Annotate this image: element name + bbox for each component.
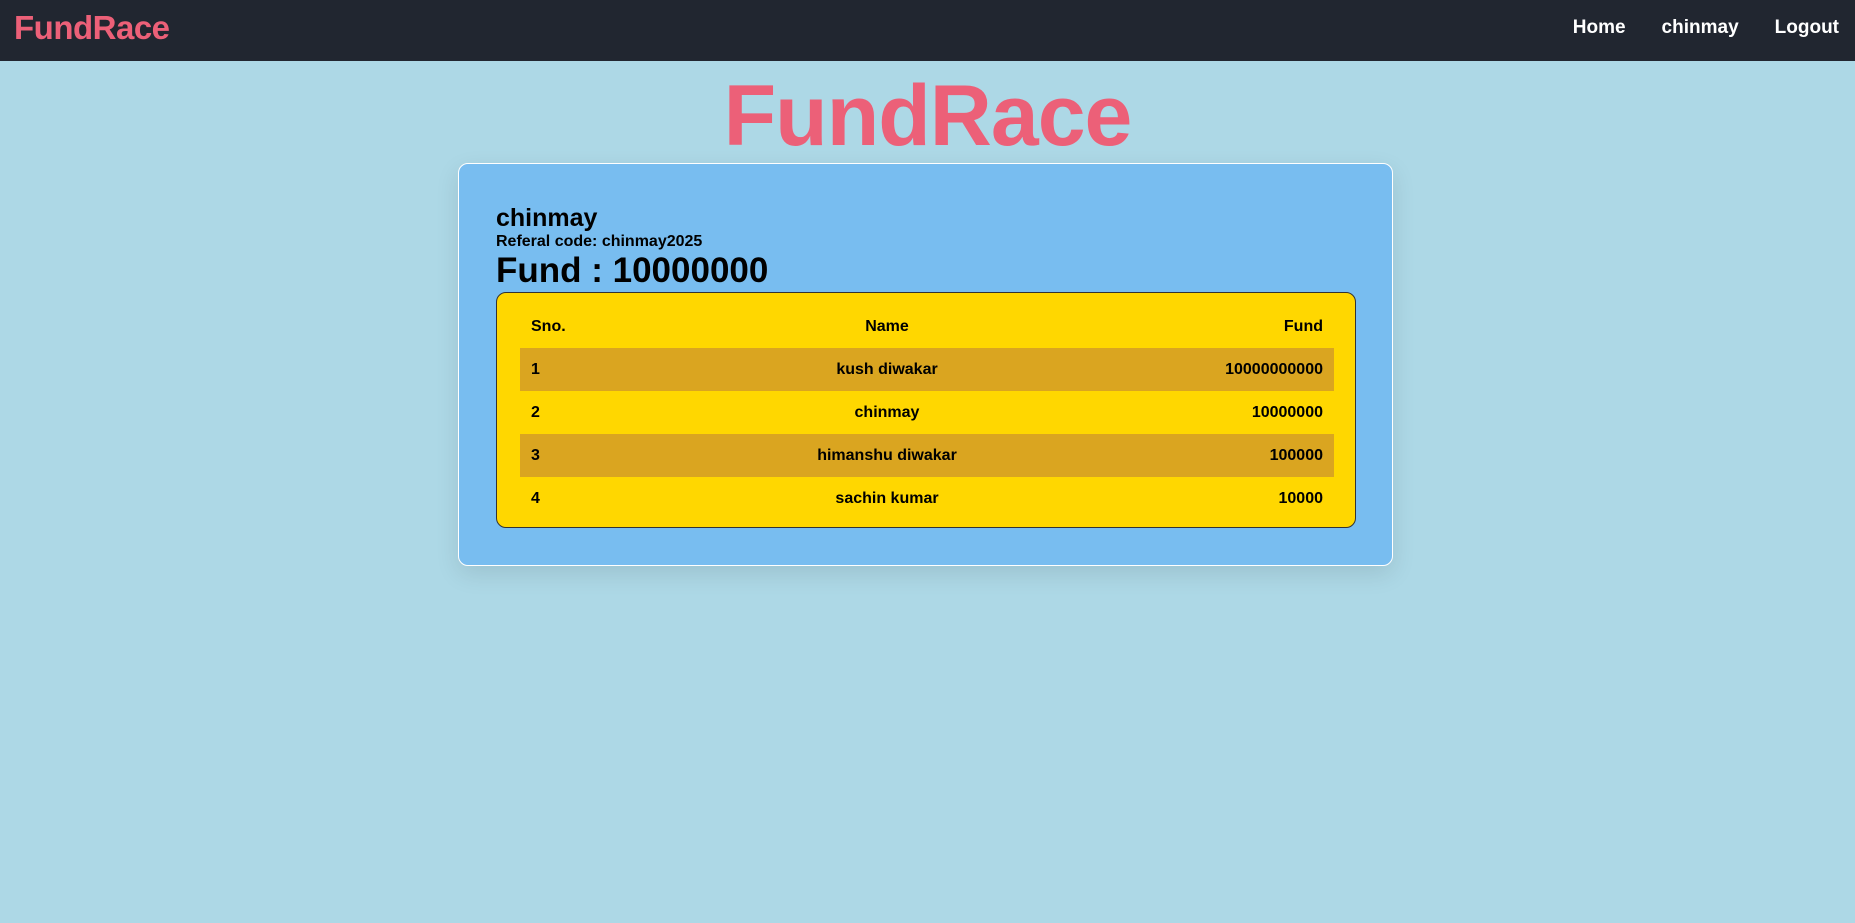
page-title: FundRace bbox=[723, 68, 1133, 164]
row-sno: 1 bbox=[520, 348, 662, 391]
row-name: sachin kumar bbox=[835, 489, 939, 507]
row-fund: 10000000 bbox=[1251, 403, 1323, 421]
profile-card: chinmay Referal code: chinmay2025 Fund :… bbox=[458, 163, 1393, 566]
table-row: 4 sachin kumar 10000 bbox=[520, 477, 1334, 520]
leaderboard-table: Sno. Name Fund 1 kush diwakar 1000000000… bbox=[520, 305, 1334, 520]
fund-value: 10000000 bbox=[612, 251, 769, 290]
nav-links: Home chinmay Logout bbox=[1573, 0, 1855, 56]
nav-profile-link[interactable]: chinmay bbox=[1662, 17, 1739, 39]
nav-home-link[interactable]: Home bbox=[1573, 17, 1626, 39]
row-fund: 10000 bbox=[1278, 489, 1324, 507]
row-fund: 10000000000 bbox=[1112, 348, 1334, 391]
table-row: 2 chinmay 10000000 bbox=[520, 391, 1334, 434]
brand-logo-link[interactable]: FundRace bbox=[14, 9, 170, 47]
column-header-fund: Fund bbox=[1283, 317, 1323, 335]
user-name: chinmay bbox=[496, 204, 598, 232]
column-header-sno: Sno. bbox=[531, 317, 566, 335]
table-row: 1 kush diwakar 10000000000 bbox=[520, 348, 1334, 391]
referral-code: Referal code: chinmay2025 bbox=[496, 233, 702, 251]
row-name: himanshu diwakar bbox=[662, 434, 1112, 477]
referral-value: chinmay2025 bbox=[601, 233, 703, 250]
fund-label: Fund : bbox=[496, 251, 613, 290]
table-header-row: Sno. Name Fund bbox=[520, 305, 1334, 348]
referral-label: Referal code: bbox=[496, 233, 602, 250]
leaderboard-panel: Sno. Name Fund 1 kush diwakar 1000000000… bbox=[496, 292, 1356, 528]
row-name: chinmay bbox=[854, 403, 920, 421]
nav-logout-link[interactable]: Logout bbox=[1775, 17, 1839, 39]
row-sno: 2 bbox=[531, 403, 540, 421]
row-fund: 100000 bbox=[1112, 434, 1334, 477]
column-header-name: Name bbox=[865, 317, 909, 335]
row-sno: 3 bbox=[520, 434, 662, 477]
row-name: kush diwakar bbox=[662, 348, 1112, 391]
top-navbar: FundRace Home chinmay Logout bbox=[0, 0, 1855, 61]
row-sno: 4 bbox=[531, 489, 540, 507]
fund-total: Fund : 10000000 bbox=[496, 251, 768, 291]
table-row: 3 himanshu diwakar 100000 bbox=[520, 434, 1334, 477]
